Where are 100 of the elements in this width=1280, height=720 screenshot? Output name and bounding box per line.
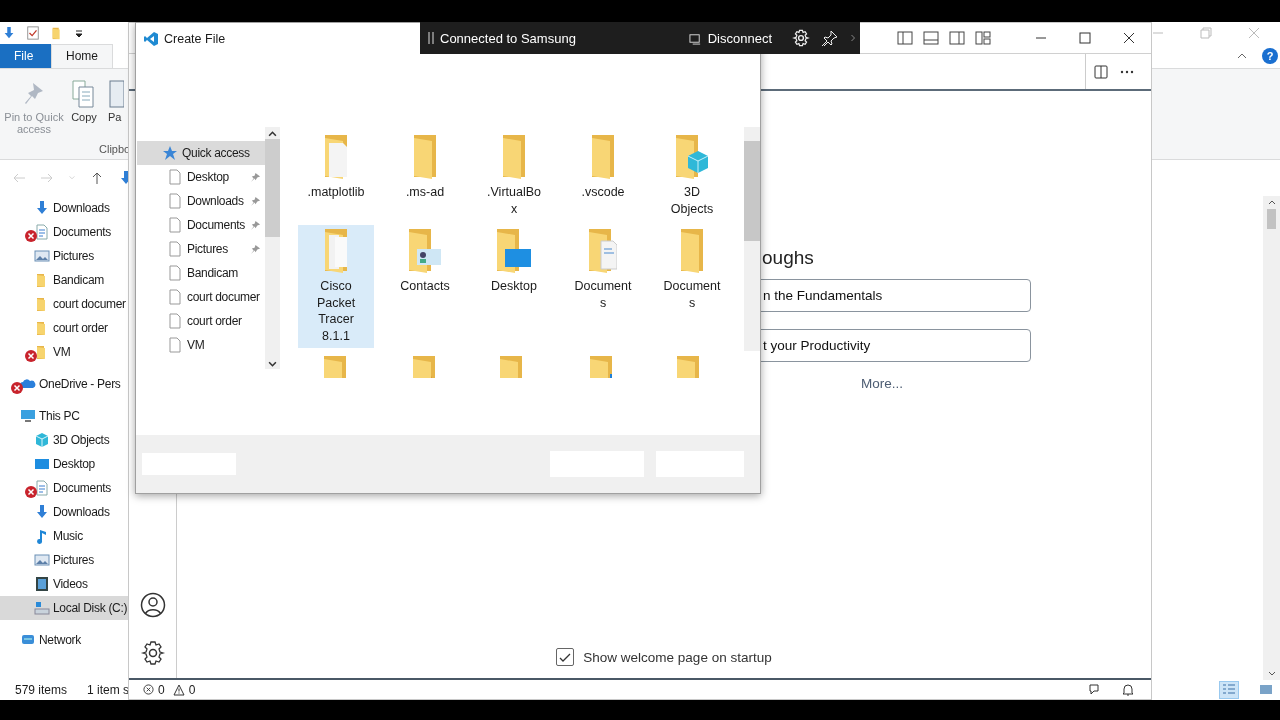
warning-icon[interactable] xyxy=(172,683,185,696)
folder-item[interactable]: Desktop xyxy=(476,225,552,348)
section-heading: oughs xyxy=(762,247,814,269)
app-logo-icon xyxy=(143,31,159,47)
nav-item[interactable]: Pictures xyxy=(0,244,128,268)
folder-item[interactable]: Contacts xyxy=(387,225,463,348)
ribbon-tab[interactable]: Home xyxy=(51,44,113,68)
ribbon-tab[interactable]: File xyxy=(0,44,51,68)
page-icon xyxy=(167,313,183,329)
panel-layout-icon[interactable] xyxy=(923,30,939,46)
selection-count: 1 item s xyxy=(87,683,130,697)
folder-item[interactable]: .vscode xyxy=(565,131,641,221)
nav-item[interactable]: 3D Objects xyxy=(0,428,128,452)
page-icon xyxy=(167,337,183,353)
folder-item[interactable]: Documents xyxy=(654,225,730,348)
settings-icon[interactable] xyxy=(139,640,166,666)
more-link[interactable]: More... xyxy=(861,376,903,391)
nav-item[interactable]: Pictures xyxy=(137,237,265,261)
scrollbar[interactable] xyxy=(265,127,280,369)
ribbon-button[interactable]: Copy xyxy=(70,79,98,135)
help-button[interactable]: ? xyxy=(1262,48,1278,64)
nav-item[interactable]: This PC xyxy=(0,404,128,428)
sidebar-layout-icon[interactable] xyxy=(897,30,913,46)
scroll-down-icon[interactable] xyxy=(1267,671,1276,676)
folder-item[interactable]: Cisco Packet Tracer 8.1.1 xyxy=(298,225,374,348)
nav-item[interactable]: court documer xyxy=(0,292,128,316)
scrollbar[interactable] xyxy=(744,127,760,351)
nav-item[interactable]: VM xyxy=(137,333,265,357)
nav-item[interactable]: Downloads xyxy=(0,500,128,524)
chevron-icon[interactable] xyxy=(850,33,856,43)
download-icon[interactable] xyxy=(2,26,16,40)
nav-item[interactable]: Bandicam xyxy=(0,268,128,292)
error-count: 0 xyxy=(158,682,165,697)
folder-item[interactable]: .VirtualBox xyxy=(476,131,552,221)
nav-item[interactable]: Desktop xyxy=(137,165,265,189)
folder-icon xyxy=(592,135,614,181)
nav-item[interactable]: Network xyxy=(0,628,128,652)
scrollbar-thumb[interactable] xyxy=(1267,209,1276,229)
nav-item[interactable]: Documents xyxy=(137,213,265,237)
folder-icon xyxy=(325,229,347,275)
download-icon xyxy=(34,200,50,216)
nav-item[interactable]: Downloads xyxy=(0,196,128,220)
nav-item[interactable]: Pictures xyxy=(0,548,128,572)
settings-icon[interactable] xyxy=(792,29,810,47)
nav-item[interactable]: Local Disk (C:) xyxy=(0,596,128,620)
split-layout-icon[interactable] xyxy=(949,30,965,46)
bell-icon[interactable] xyxy=(1121,682,1135,697)
folder-icon xyxy=(676,135,708,181)
scrollbar[interactable] xyxy=(1263,196,1280,680)
nav-item[interactable]: Bandicam xyxy=(137,261,265,285)
error-badge-icon xyxy=(25,350,37,362)
grip-icon[interactable] xyxy=(428,31,434,45)
picture-icon xyxy=(34,552,50,568)
scroll-up-icon[interactable] xyxy=(268,131,277,137)
picture-icon xyxy=(34,248,50,264)
folder-item[interactable]: Documents xyxy=(565,225,641,348)
page-icon xyxy=(167,289,183,305)
nav-item[interactable]: Desktop xyxy=(0,452,128,476)
up-icon[interactable] xyxy=(90,171,104,185)
folder-item[interactable]: .matplotlib xyxy=(298,131,374,221)
nav-item[interactable]: Documents xyxy=(0,220,128,244)
grid-layout-icon[interactable] xyxy=(975,30,991,46)
nav-item[interactable]: court documer xyxy=(137,285,265,309)
page-icon xyxy=(167,169,183,185)
nav-item[interactable]: court order xyxy=(0,316,128,340)
nav-item[interactable]: Documents xyxy=(0,476,128,500)
disconnect-icon[interactable] xyxy=(688,31,702,45)
video-icon xyxy=(34,576,50,592)
nav-item[interactable]: OneDrive - Pers xyxy=(0,372,128,396)
dropdown-icon[interactable] xyxy=(74,28,84,38)
folder-icon xyxy=(324,356,348,378)
folder-item[interactable]: .ms-ad xyxy=(387,131,463,221)
document-icon xyxy=(34,224,50,240)
nav-item[interactable]: Downloads xyxy=(137,189,265,213)
nav-item[interactable]: Music xyxy=(0,524,128,548)
checklist-icon[interactable] xyxy=(26,26,40,40)
folder-icon xyxy=(503,135,525,181)
folder-icon xyxy=(497,229,531,275)
split-editor-icon[interactable] xyxy=(1093,63,1109,80)
page-icon xyxy=(167,265,183,281)
nav-item[interactable]: Videos xyxy=(0,572,128,596)
nav-item[interactable]: Quick access xyxy=(137,141,265,165)
nav-item[interactable]: VM xyxy=(0,340,128,364)
scroll-up-icon[interactable] xyxy=(1267,200,1276,205)
pin-icon[interactable] xyxy=(822,30,838,46)
dialog-title: Create File xyxy=(164,32,226,46)
error-icon[interactable] xyxy=(143,684,154,695)
ribbon-button[interactable]: Pa xyxy=(108,79,126,135)
folder-item[interactable]: 3D Objects xyxy=(654,131,730,221)
connection-status: Connected to Samsung xyxy=(440,30,576,46)
checkbox[interactable] xyxy=(556,648,575,666)
disconnect-button[interactable]: Disconnect xyxy=(707,30,772,46)
scroll-down-icon[interactable] xyxy=(268,361,277,367)
paste-icon xyxy=(108,79,124,109)
account-icon[interactable] xyxy=(139,592,166,618)
star-icon xyxy=(162,145,178,161)
feedback-icon[interactable] xyxy=(1087,682,1101,697)
close-icon[interactable] xyxy=(1123,32,1135,44)
nav-item[interactable]: court order xyxy=(137,309,265,333)
maximize-icon[interactable] xyxy=(1079,32,1091,44)
